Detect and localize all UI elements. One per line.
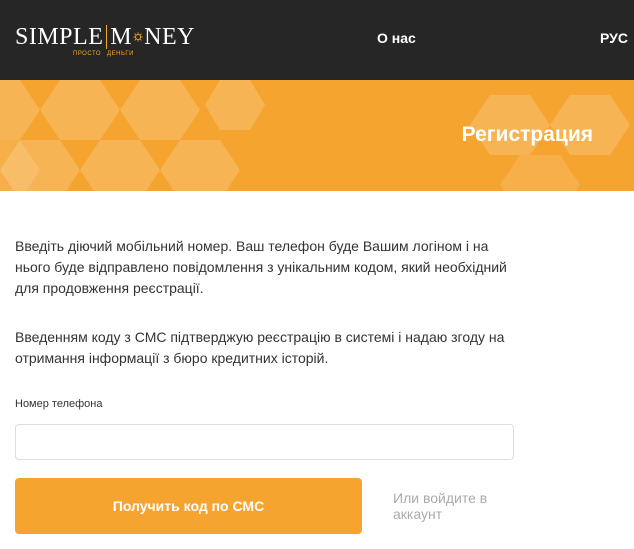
logo-separator — [106, 25, 108, 49]
phone-label: Номер телефона — [15, 398, 103, 410]
logo-wordmark: SIMPLE M NEY — [15, 23, 195, 51]
sun-icon — [133, 32, 143, 42]
consent-notice: Введенням коду з СМС підтверджую реєстра… — [15, 329, 505, 366]
logo-tagline: ПРОСТО ДЕНЬГИ — [73, 51, 140, 57]
simple-money-logo[interactable]: SIMPLE M NEY ПРОСТО ДЕНЬГИ — [15, 23, 195, 59]
logo-word-left: SIMPLE — [15, 24, 104, 50]
language-switch[interactable]: РУС — [600, 30, 628, 46]
login-link[interactable]: Или войдите в аккаунт — [393, 490, 503, 522]
get-sms-code-button[interactable]: Получить код по СМС — [15, 478, 362, 534]
nav-about-link[interactable]: О нас — [377, 30, 416, 46]
site-header: SIMPLE M NEY ПРОСТО ДЕНЬГИ О нас РУС — [0, 0, 634, 80]
page-title: Регистрация — [461, 123, 593, 146]
logo-word-right-prefix: M — [110, 24, 133, 50]
phone-input[interactable] — [15, 424, 514, 460]
logo-word-right-suffix: NEY — [144, 24, 195, 50]
logo-tag-left: ПРОСТО — [73, 51, 102, 57]
page-banner: Регистрация — [0, 80, 634, 191]
logo-tag-right: ДЕНЬГИ — [107, 51, 134, 57]
registration-instructions: Введіть діючий мобільний номер. Ваш теле… — [15, 238, 507, 296]
